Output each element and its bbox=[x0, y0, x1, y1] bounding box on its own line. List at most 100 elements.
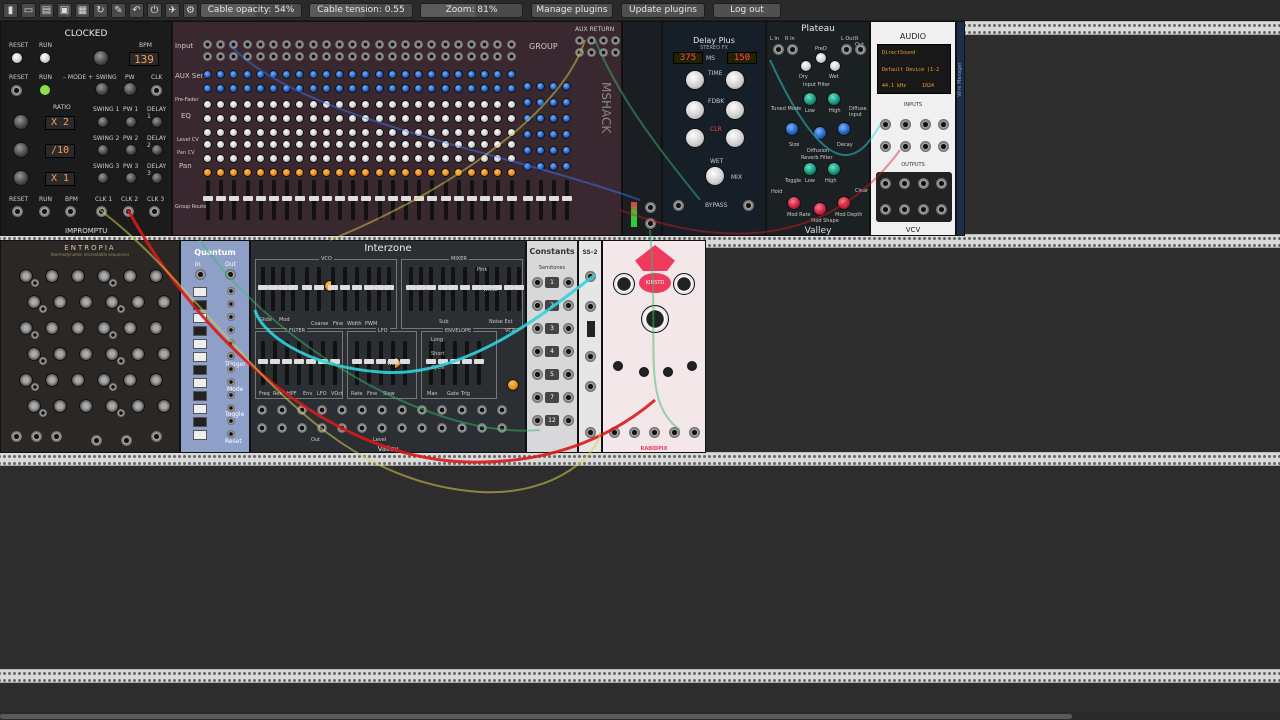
aux-return-jack[interactable] bbox=[575, 36, 584, 45]
group-knob[interactable] bbox=[523, 146, 532, 155]
channel-jack[interactable] bbox=[229, 40, 239, 49]
channel-knob[interactable] bbox=[414, 100, 424, 109]
patch-jack[interactable] bbox=[437, 423, 447, 433]
channel-knob[interactable] bbox=[440, 84, 450, 93]
channel-knob[interactable] bbox=[255, 168, 265, 177]
output-jack[interactable] bbox=[645, 202, 656, 213]
channel-knob[interactable] bbox=[242, 100, 252, 109]
input-jack[interactable] bbox=[920, 119, 931, 130]
channel-jack[interactable] bbox=[308, 40, 318, 49]
patch-jack[interactable] bbox=[437, 405, 447, 415]
quantum-jack[interactable] bbox=[227, 287, 235, 295]
constant-jack[interactable] bbox=[563, 346, 574, 357]
channel-knob[interactable] bbox=[216, 100, 226, 109]
feedback-fine-knob[interactable] bbox=[725, 100, 745, 120]
step-knob[interactable] bbox=[79, 347, 93, 361]
channel-fader[interactable] bbox=[282, 180, 293, 220]
slider[interactable] bbox=[328, 267, 338, 311]
channel-jack[interactable] bbox=[414, 52, 424, 61]
channel-knob[interactable] bbox=[493, 154, 503, 163]
channel-knob[interactable] bbox=[216, 140, 226, 149]
channel-knob[interactable] bbox=[453, 128, 463, 137]
quantum-key[interactable] bbox=[193, 404, 207, 414]
channel-knob[interactable] bbox=[440, 140, 450, 149]
channel-knob[interactable] bbox=[348, 100, 358, 109]
step-knob[interactable] bbox=[149, 373, 163, 387]
channel-fader[interactable] bbox=[467, 180, 477, 220]
channel-knob[interactable] bbox=[506, 128, 516, 137]
group-fader[interactable] bbox=[536, 180, 546, 220]
channel-knob[interactable] bbox=[269, 84, 278, 93]
channel-jack[interactable] bbox=[453, 40, 463, 49]
constant-jack[interactable] bbox=[563, 415, 574, 426]
channel-jack[interactable] bbox=[480, 40, 490, 49]
step-knob[interactable] bbox=[53, 295, 67, 309]
channel-jack[interactable] bbox=[255, 40, 265, 49]
channel-jack[interactable] bbox=[295, 52, 305, 61]
step-knob[interactable] bbox=[157, 399, 171, 413]
channel-knob[interactable] bbox=[506, 100, 516, 109]
channel-knob[interactable] bbox=[282, 114, 292, 123]
channel-fader[interactable] bbox=[242, 180, 253, 220]
channel-knob[interactable] bbox=[467, 70, 476, 79]
channel-knob[interactable] bbox=[427, 114, 437, 123]
slider[interactable] bbox=[306, 341, 316, 385]
dry-knob[interactable] bbox=[800, 60, 812, 72]
channel-jack[interactable] bbox=[269, 52, 278, 61]
input-jack[interactable] bbox=[585, 381, 596, 392]
audio-display[interactable]: DirectSound Default Device (1-2 44.1 kHz… bbox=[877, 44, 951, 94]
channel-knob[interactable] bbox=[480, 154, 490, 163]
channel-knob[interactable] bbox=[493, 84, 503, 93]
reverb-low-knob[interactable] bbox=[803, 162, 817, 176]
channel-knob[interactable] bbox=[242, 168, 252, 177]
color-knob[interactable] bbox=[685, 128, 705, 148]
slider[interactable] bbox=[294, 341, 304, 385]
channel-knob[interactable] bbox=[321, 168, 331, 177]
step-jack[interactable] bbox=[39, 357, 47, 365]
rabidpix-module[interactable]: KINSTD RABIDPIX bbox=[602, 240, 706, 453]
channel-knob[interactable] bbox=[401, 168, 410, 177]
new-file-icon[interactable]: ▭ bbox=[21, 3, 36, 18]
step-knob[interactable] bbox=[79, 295, 93, 309]
channel-knob[interactable] bbox=[295, 128, 305, 137]
group-knob[interactable] bbox=[536, 82, 545, 91]
channel-knob[interactable] bbox=[506, 114, 516, 123]
patch-jack[interactable] bbox=[497, 405, 507, 415]
channel-knob[interactable] bbox=[203, 128, 212, 137]
cpu-meter-icon[interactable]: ⚙ bbox=[183, 3, 198, 18]
channel-knob[interactable] bbox=[216, 114, 226, 123]
channel-fader[interactable] bbox=[453, 180, 464, 220]
channel-knob[interactable] bbox=[348, 114, 358, 123]
step-knob[interactable] bbox=[45, 269, 59, 283]
step-knob[interactable] bbox=[123, 269, 137, 283]
channel-knob[interactable] bbox=[255, 70, 265, 79]
channel-knob[interactable] bbox=[427, 84, 437, 93]
main-knob[interactable] bbox=[641, 305, 669, 333]
channel-knob[interactable] bbox=[401, 128, 410, 137]
slider[interactable] bbox=[448, 267, 458, 311]
zoom-slider[interactable]: Zoom: 81% bbox=[420, 3, 523, 18]
patch-jack[interactable] bbox=[417, 405, 427, 415]
constant-jack[interactable] bbox=[563, 369, 574, 380]
reset-button[interactable] bbox=[11, 52, 23, 64]
step-knob[interactable] bbox=[131, 295, 145, 309]
undo-icon[interactable]: ↶ bbox=[129, 3, 144, 18]
slider[interactable] bbox=[426, 267, 436, 311]
channel-knob[interactable] bbox=[321, 70, 331, 79]
ss2-module[interactable]: SS-2 bbox=[578, 240, 602, 453]
slider[interactable] bbox=[278, 267, 288, 311]
channel-knob[interactable] bbox=[229, 140, 239, 149]
l-out-jack[interactable] bbox=[841, 44, 852, 55]
channel-knob[interactable] bbox=[255, 84, 265, 93]
slider[interactable] bbox=[450, 341, 460, 385]
aux-return-jack[interactable] bbox=[587, 48, 596, 57]
clk2-output-jack[interactable] bbox=[123, 206, 134, 217]
interzone-module[interactable]: Interzone VCO MIXER FILTER LFO ENVELOPE … bbox=[250, 240, 526, 453]
channel-knob[interactable] bbox=[348, 70, 358, 79]
channel-knob[interactable] bbox=[229, 114, 239, 123]
channel-knob[interactable] bbox=[216, 128, 226, 137]
channel-knob[interactable] bbox=[374, 128, 384, 137]
channel-jack[interactable] bbox=[348, 40, 358, 49]
slider[interactable] bbox=[438, 267, 448, 311]
channel-knob[interactable] bbox=[427, 168, 437, 177]
